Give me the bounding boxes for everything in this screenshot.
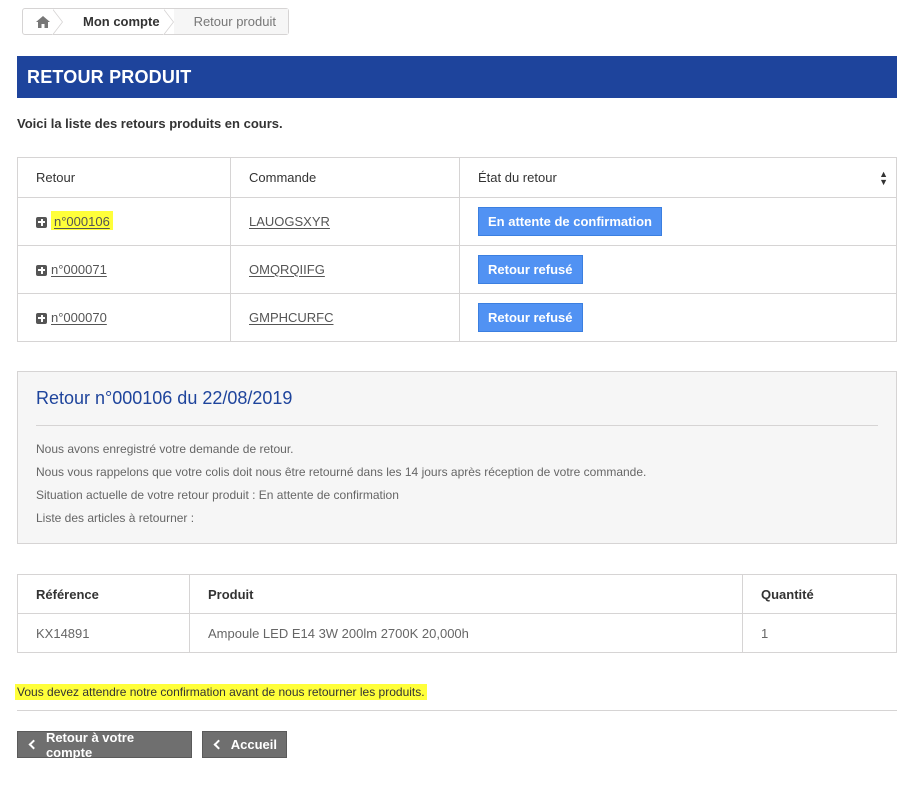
returns-table: Retour Commande État du retour ▲ ▼ n°0001… [17,157,897,342]
status-badge[interactable]: En attente de confirmation [478,207,662,236]
column-header-reference: Référence [17,574,190,614]
return-number-link[interactable]: n°000070 [51,311,107,326]
intro-text: Voici la liste des retours produits en c… [17,116,283,131]
breadcrumb-account-link[interactable]: Mon compte [63,9,174,34]
order-link[interactable]: GMPHCURFC [249,311,334,326]
items-table: Référence Produit Quantité KX14891 Ampou… [17,574,897,653]
order-link[interactable]: LAUOGSXYR [249,215,330,230]
chevron-left-icon [213,739,224,750]
item-quantity: 1 [742,613,897,653]
column-header-product: Produit [189,574,743,614]
return-number-highlight: n°000106 [51,211,113,231]
divider [17,710,897,711]
table-header-row: Retour Commande État du retour ▲ ▼ [17,157,897,198]
table-header-row: Référence Produit Quantité [17,574,897,614]
sort-icon[interactable]: ▲ ▼ [879,169,888,186]
order-link[interactable]: OMQRQIIFG [249,263,325,278]
page-title: RETOUR PRODUIT [27,66,192,87]
expand-icon[interactable] [36,312,47,324]
column-header-quantity: Quantité [742,574,897,614]
item-product: Ampoule LED E14 3W 200lm 2700K 20,000h [189,613,743,653]
page-title-bar: RETOUR PRODUIT [17,56,897,98]
return-number-link[interactable]: n°000071 [51,263,107,278]
status-badge[interactable]: Retour refusé [478,255,583,284]
breadcrumb-current: Retour produit [173,9,288,34]
warning-text: Vous devez attendre notre confirmation a… [15,684,427,700]
detail-line: Nous vous rappelons que votre colis doit… [36,465,647,479]
home-button-label: Accueil [230,737,277,752]
home-button[interactable]: Accueil [202,731,287,758]
return-detail-box: Retour n°000106 du 22/08/2019 Nous avons… [17,371,897,544]
table-row: n°000071 OMQRQIIFG Retour refusé [17,245,897,294]
column-header-order[interactable]: Commande [230,157,460,198]
column-header-status[interactable]: État du retour ▲ ▼ [459,157,897,198]
return-detail-title: Retour n°000106 du 22/08/2019 [36,388,878,426]
detail-line: Nous avons enregistré votre demande de r… [36,442,294,456]
back-to-account-label: Retour à votre compte [45,729,135,760]
detail-line: Liste des articles à retourner : [36,511,195,525]
chevron-left-icon [28,739,39,750]
expand-icon[interactable] [36,264,47,276]
item-reference: KX14891 [17,613,190,653]
breadcrumb: Mon compte Retour produit [22,8,289,35]
home-icon [36,15,50,28]
back-to-account-button[interactable]: Retour à votre compte [17,729,192,760]
status-badge[interactable]: Retour refusé [478,303,583,332]
table-row: KX14891 Ampoule LED E14 3W 200lm 2700K 2… [17,613,897,653]
table-row: n°000070 GMPHCURFC Retour refusé [17,293,897,342]
column-header-return[interactable]: Retour [17,157,231,198]
return-number-link[interactable]: n°000106 [54,215,110,230]
expand-icon[interactable] [36,216,47,228]
column-header-status-label: État du retour [478,169,557,185]
detail-line: Situation actuelle de votre retour produ… [36,488,399,502]
table-row: n°000106 LAUOGSXYR En attente de confirm… [17,197,897,246]
